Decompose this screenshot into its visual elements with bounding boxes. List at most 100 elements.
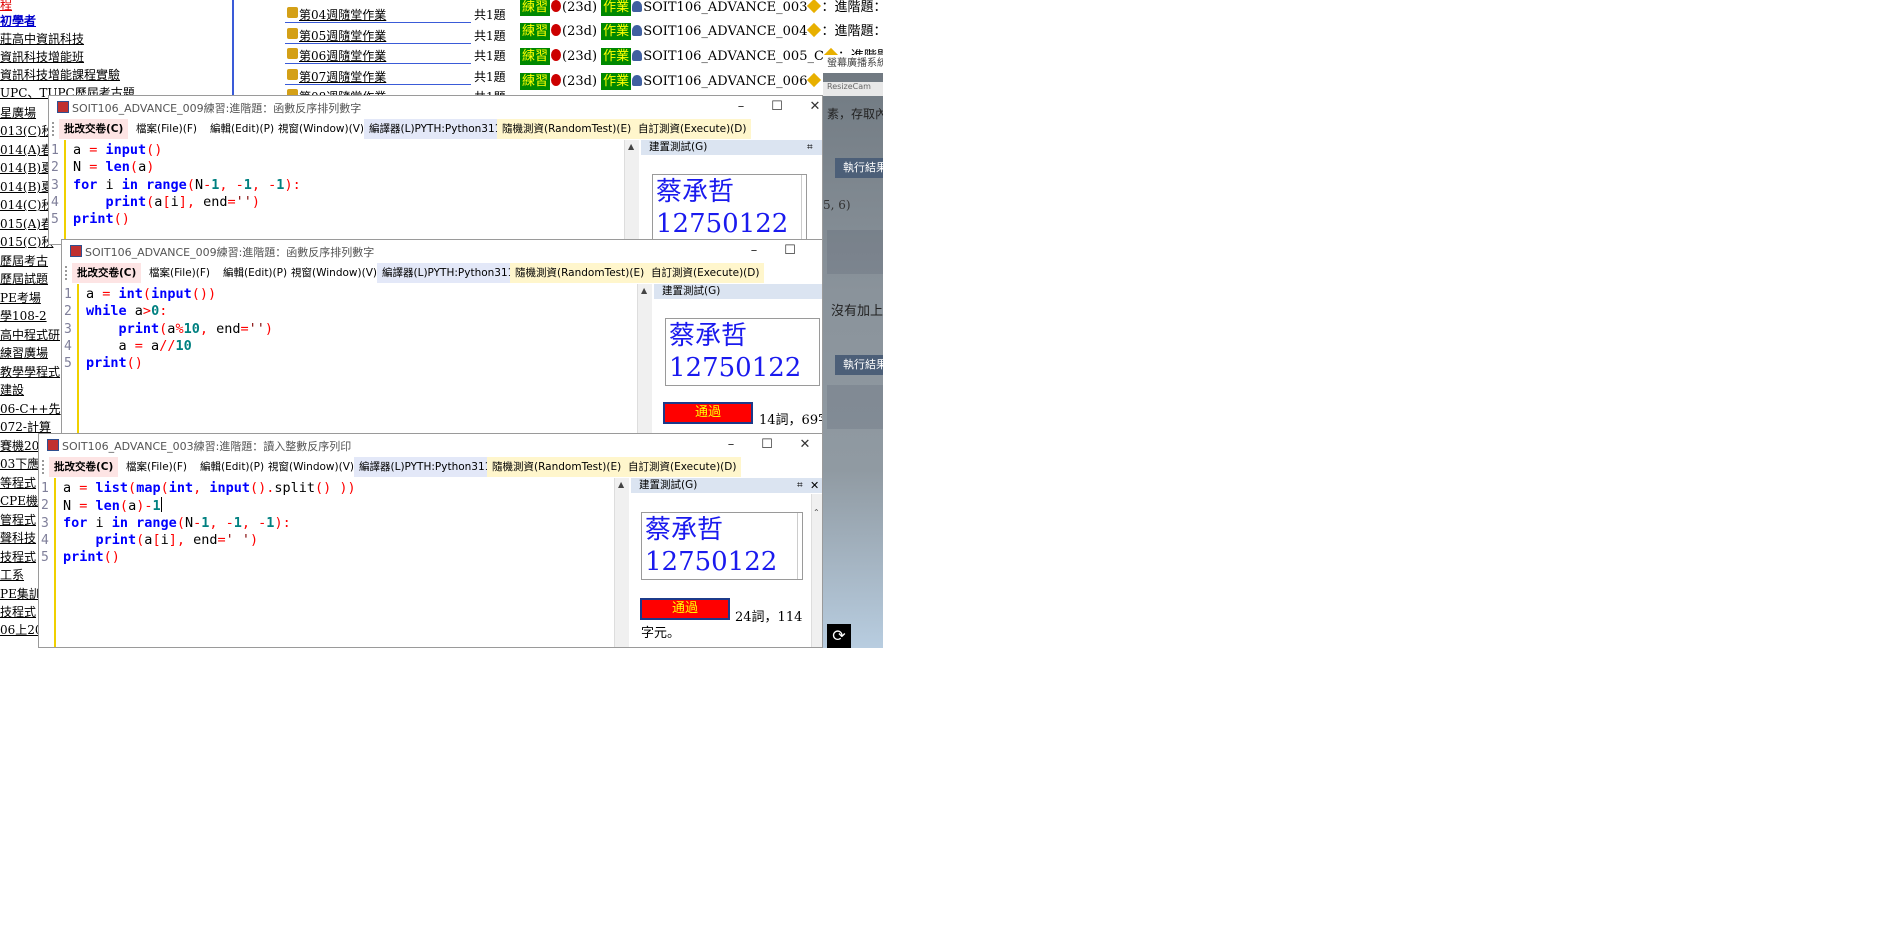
scroll-up-icon[interactable]: ▲ [641, 286, 647, 295]
menu-item[interactable]: 隨機測資(RandomTest)(E) [497, 119, 637, 139]
homework-badge[interactable]: 作業 [601, 0, 632, 16]
maximize-icon[interactable]: ☐ [762, 97, 792, 117]
editor-scrollbar[interactable]: ▲ [637, 284, 652, 438]
homework-row[interactable]: 第05週隨堂作業 共1題 [285, 25, 515, 45]
editor-window[interactable]: SOIT106_ADVANCE_003練習:進階題：讀入整數反序列印 – ☐ ✕… [38, 433, 823, 648]
menu-item[interactable]: 編譯器(L)PYTH:Python311 [354, 457, 497, 477]
course-link[interactable]: 014(A)春 [0, 141, 53, 159]
editor-window[interactable]: SOIT106_ADVANCE_009練習:進階題：函數反序排列數字 – ☐ ✕… [48, 95, 823, 245]
minimize-icon[interactable]: – [716, 435, 746, 455]
menu-item[interactable]: 編譯器(L)PYTH:Python311 [377, 263, 520, 283]
course-link[interactable]: 星廣場 [0, 104, 36, 122]
pin-icon[interactable]: ⌗ [797, 478, 803, 493]
course-link[interactable]: 歷屆試題 [0, 270, 48, 288]
rotate-icon[interactable]: ⟳ [827, 624, 851, 648]
menu-item[interactable]: 自訂測資(Execute)(D) [646, 263, 765, 283]
panel-scrollbar[interactable]: ⌃ [811, 494, 822, 647]
course-link[interactable]: 初學者 [0, 12, 36, 30]
menu-item[interactable]: 隨機測資(RandomTest)(E) [510, 263, 650, 283]
homework-row[interactable]: 第07週隨堂作業 共1題 [285, 66, 515, 86]
editor-scrollbar[interactable]: ▲ [624, 140, 639, 244]
course-link[interactable]: 管程式 [0, 511, 36, 529]
menu-item[interactable]: 批改交卷(C) [49, 457, 119, 477]
course-link[interactable]: CPE機 [0, 492, 38, 510]
homework-title[interactable]: 第05週隨堂作業 [299, 27, 386, 44]
course-link[interactable]: 歷屆考古 [0, 252, 48, 270]
course-link[interactable]: 聲科技 [0, 529, 36, 547]
code-editor[interactable]: 12345 a = list(map(int, input().split() … [39, 478, 629, 647]
course-link[interactable]: 工系 [0, 566, 24, 584]
menu-item[interactable]: 批改交卷(C) [59, 119, 129, 139]
course-link[interactable]: 等程式 [0, 474, 36, 492]
menu-item[interactable]: 自訂測資(Execute)(D) [623, 457, 742, 477]
problem-row[interactable]: 練習 (23d) 作業 SOIT106_ADVANCE_003 ：進階題：讀入 [520, 0, 883, 18]
homework-badge[interactable]: 作業 [601, 48, 632, 65]
problem-title[interactable]: SOIT106_ADVANCE_004 [643, 24, 807, 39]
homework-row[interactable]: 第04週隨堂作業 共1題 [285, 4, 515, 24]
homework-badge[interactable]: 作業 [601, 73, 632, 90]
course-link[interactable]: 技程式 [0, 548, 36, 566]
maximize-icon[interactable]: ☐ [752, 435, 782, 455]
problem-row[interactable]: 練習 (23d) 作業 SOIT106_ADVANCE_004 ：進階題：大小 [520, 20, 883, 42]
menu-item[interactable]: 檔案(File)(F) [131, 119, 202, 139]
toolbar-grip[interactable] [42, 460, 46, 474]
toolbar-grip[interactable] [65, 266, 69, 280]
menu-item[interactable]: 視窗(Window)(V) [273, 119, 369, 139]
course-link[interactable]: 學108-2 [0, 307, 47, 325]
course-link[interactable]: PE考場 [0, 289, 41, 307]
menu-item[interactable]: 視窗(Window)(V) [263, 457, 359, 477]
code-editor[interactable]: 12345 a = int(input()) while a>0: print(a… [62, 284, 652, 438]
panel-close-icon[interactable]: ✕ [810, 478, 819, 493]
menu-item[interactable]: 檔案(File)(F) [144, 263, 215, 283]
problem-title[interactable]: SOIT106_ADVANCE_005_C [643, 49, 824, 64]
menu-item[interactable]: 編譯器(L)PYTH:Python311 [364, 119, 507, 139]
course-link[interactable]: 015(C)秋 [0, 233, 53, 251]
course-link[interactable]: 013(C)秋 [0, 122, 53, 140]
course-link[interactable]: PE集訓 [0, 585, 41, 603]
course-link[interactable]: 014(C)秋 [0, 196, 53, 214]
course-link[interactable]: 練習廣場 [0, 344, 48, 362]
maximize-icon[interactable]: ☐ [775, 241, 805, 261]
menu-item[interactable]: 編輯(Edit)(P) [195, 457, 269, 477]
editor-scrollbar[interactable]: ▲ [614, 478, 629, 647]
info-scrollbar[interactable] [801, 175, 806, 244]
course-link[interactable]: 資訊科技增能課程實驗 [0, 66, 120, 84]
menu-item[interactable]: 編輯(Edit)(P) [205, 119, 279, 139]
course-link[interactable]: 014(B)夏 [0, 159, 53, 177]
menu-item[interactable]: 自訂測資(Execute)(D) [633, 119, 752, 139]
toolbar-grip[interactable] [52, 122, 56, 136]
menu-item[interactable]: 批改交卷(C) [72, 263, 142, 283]
course-link[interactable]: 06-C++先 [0, 400, 61, 418]
course-link[interactable]: 資訊科技增能班 [0, 48, 84, 66]
close-icon[interactable]: ✕ [800, 97, 822, 117]
code-editor[interactable]: 12345 a = input() N = len(a) for i in rang… [49, 140, 639, 244]
scroll-up-icon[interactable]: ▲ [628, 142, 634, 151]
practice-badge[interactable]: 練習 [520, 48, 551, 65]
title-bar[interactable]: SOIT106_ADVANCE_009練習:進階題：函數反序排列數字 – ☐ ✕ [49, 96, 822, 118]
course-link[interactable]: 莊高中資訊科技 [0, 30, 84, 48]
menu-item[interactable]: 視窗(Window)(V) [286, 263, 382, 283]
course-link[interactable]: 技程式 [0, 603, 36, 621]
course-link[interactable]: 015(A)春 [0, 215, 53, 233]
practice-badge[interactable]: 練習 [520, 73, 551, 90]
info-scrollbar[interactable] [797, 513, 802, 579]
homework-title[interactable]: 第06週隨堂作業 [299, 47, 386, 64]
menu-item[interactable]: 檔案(File)(F) [121, 457, 192, 477]
close-icon[interactable]: ✕ [790, 435, 820, 455]
minimize-icon[interactable]: – [726, 97, 756, 117]
minimize-icon[interactable]: – [739, 241, 769, 261]
scroll-up-icon[interactable]: ⌃ [813, 508, 820, 517]
homework-title[interactable]: 第04週隨堂作業 [299, 6, 386, 23]
course-link[interactable]: 014(B)夏 [0, 178, 53, 196]
homework-title[interactable]: 第07週隨堂作業 [299, 68, 386, 85]
practice-badge[interactable]: 練習 [520, 23, 551, 40]
course-link[interactable]: 高中程式研 [0, 326, 60, 344]
pin-icon[interactable]: ⌗ [807, 140, 813, 155]
title-bar[interactable]: SOIT106_ADVANCE_009練習:進階題：函數反序排列數字 – ☐ [62, 240, 822, 262]
menu-item[interactable]: 編輯(Edit)(P) [218, 263, 292, 283]
scroll-up-icon[interactable]: ▲ [618, 480, 624, 489]
problem-title[interactable]: SOIT106_ADVANCE_006 [643, 74, 807, 89]
course-link[interactable]: 教學學程式 [0, 363, 60, 381]
homework-badge[interactable]: 作業 [601, 23, 632, 40]
problem-title[interactable]: SOIT106_ADVANCE_003 [643, 0, 807, 15]
